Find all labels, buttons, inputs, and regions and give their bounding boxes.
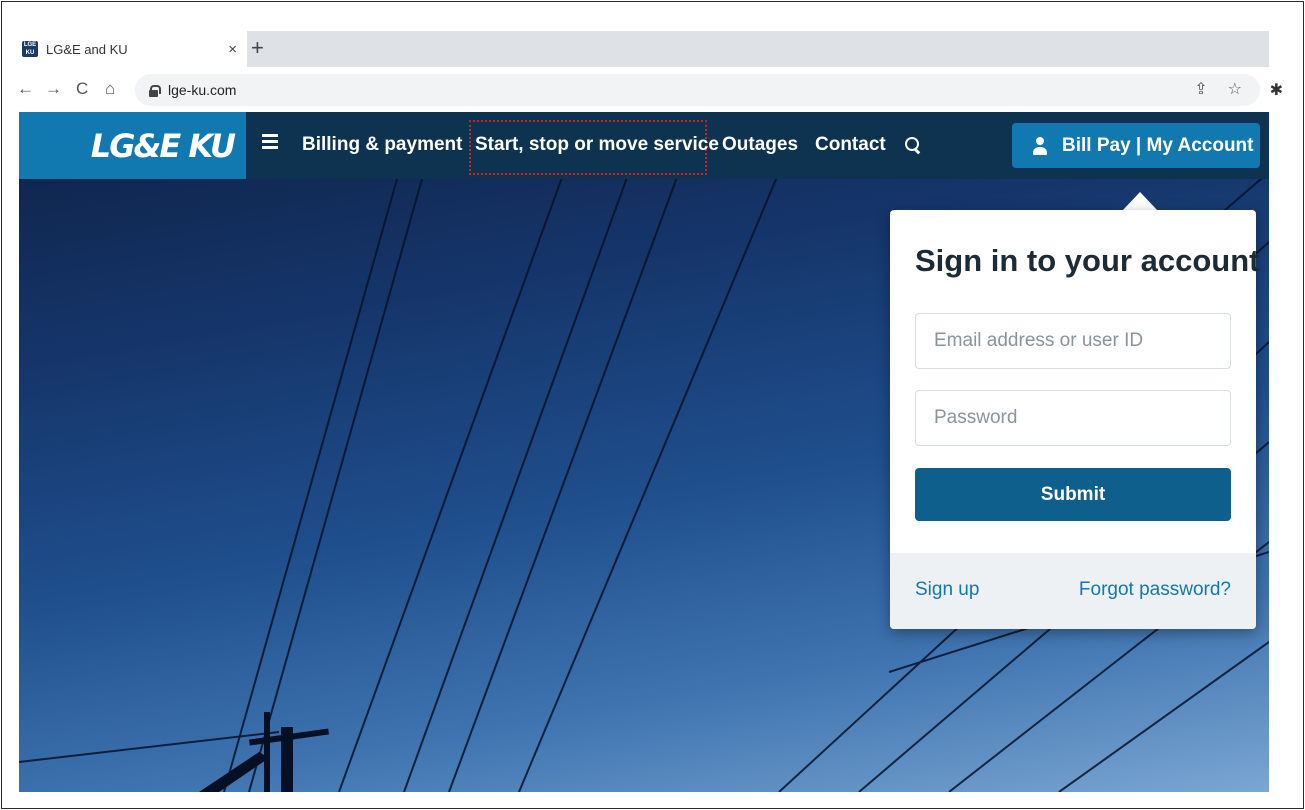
tab-close-icon[interactable]: × xyxy=(228,41,237,58)
user-icon xyxy=(1033,136,1047,155)
bill-pay-my-account-button[interactable]: Bill Pay | My Account xyxy=(1012,123,1260,168)
account-button-label: Bill Pay | My Account xyxy=(1062,134,1254,156)
email-input[interactable] xyxy=(915,313,1231,369)
signin-popover: Sign in to your account Submit Sign up F… xyxy=(890,210,1260,629)
forgot-password-link[interactable]: Forgot password? xyxy=(1079,579,1231,601)
sign-up-link[interactable]: Sign up xyxy=(915,579,979,601)
screenshot-frame: LGE KU LG&E and KU × + ← → C ⌂ lge-ku.co… xyxy=(1,1,1304,809)
lock-icon xyxy=(149,84,161,97)
popover-arrow xyxy=(1122,192,1158,211)
signin-footer: Sign up Forgot password? xyxy=(890,553,1256,629)
share-icon[interactable]: ⇪ xyxy=(1194,79,1207,99)
password-input[interactable] xyxy=(915,390,1231,446)
nav-contact[interactable]: Contact xyxy=(815,134,886,156)
bookmark-star-icon[interactable]: ☆ xyxy=(1228,79,1242,99)
nav-billing-payment[interactable]: Billing & payment xyxy=(302,134,462,156)
browser-tabstrip: LGE KU LG&E and KU × + xyxy=(19,31,1269,67)
home-icon[interactable]: ⌂ xyxy=(105,77,115,101)
site-favicon-icon: LGE KU xyxy=(22,41,38,57)
address-bar[interactable]: lge-ku.com ⇪ ☆ xyxy=(135,74,1260,106)
url-text: lge-ku.com xyxy=(168,82,237,98)
browser-toolbar: ← → C ⌂ lge-ku.com ⇪ ☆ ✱ xyxy=(17,68,1283,112)
forward-arrow-icon[interactable]: → xyxy=(45,77,62,101)
page-viewport: LG&E KU Billing & payment Start, stop or… xyxy=(19,112,1269,792)
back-arrow-icon[interactable]: ← xyxy=(17,77,34,101)
signin-title: Sign in to your account xyxy=(915,243,1260,278)
nav-outages[interactable]: Outages xyxy=(722,134,798,156)
site-header: LG&E KU Billing & payment Start, stop or… xyxy=(19,112,1269,179)
nav-start-stop-move-service[interactable]: Start, stop or move service xyxy=(475,134,719,156)
hamburger-menu-icon[interactable] xyxy=(262,134,278,149)
site-logo[interactable]: LG&E KU xyxy=(19,112,246,179)
search-icon[interactable] xyxy=(905,137,921,153)
browser-tab[interactable]: LGE KU LG&E and KU × xyxy=(19,31,247,67)
tab-title: LG&E and KU xyxy=(46,41,128,57)
new-tab-button[interactable]: + xyxy=(251,34,264,62)
logo-text: LG&E KU xyxy=(90,126,236,165)
extensions-icon[interactable]: ✱ xyxy=(1270,80,1283,100)
reload-icon[interactable]: C xyxy=(76,77,88,101)
submit-button[interactable]: Submit xyxy=(915,468,1231,521)
